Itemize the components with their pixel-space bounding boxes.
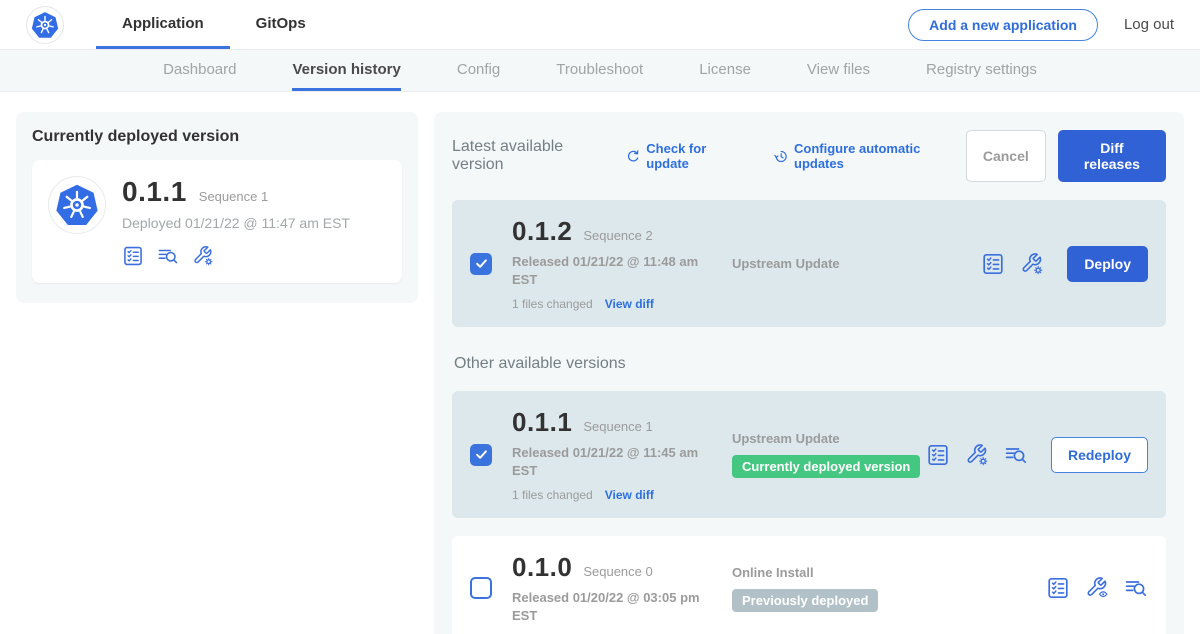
version-checkbox[interactable] — [470, 253, 492, 275]
version-source-label: Upstream Update — [732, 256, 981, 271]
available-versions-panel: Latest available version Check for updat… — [434, 112, 1184, 634]
version-number: 0.1.1 — [512, 407, 572, 438]
sequence-label: Sequence 0 — [583, 564, 652, 579]
version-source-label: Online Install — [732, 565, 1046, 580]
tab-dashboard[interactable]: Dashboard — [163, 50, 236, 91]
checkmark-icon — [474, 447, 489, 462]
tab-config[interactable]: Config — [457, 50, 500, 91]
check-for-update-label: Check for update — [646, 141, 747, 171]
nav-tab-gitops[interactable]: GitOps — [230, 0, 332, 49]
logout-button[interactable]: Log out — [1124, 16, 1174, 33]
tab-registry-settings[interactable]: Registry settings — [926, 50, 1037, 91]
add-new-application-button[interactable]: Add a new application — [908, 9, 1098, 41]
configure-automatic-updates-link[interactable]: Configure automatic updates — [774, 141, 966, 171]
preflight-checks-icon[interactable] — [926, 443, 950, 467]
preflight-checks-icon[interactable] — [981, 252, 1005, 276]
checkmark-icon — [474, 256, 489, 271]
version-row-0-1-2: 0.1.2 Sequence 2 Released 01/21/22 @ 11:… — [452, 200, 1166, 327]
currently-deployed-title: Currently deployed version — [32, 128, 402, 146]
view-config-wrench-eye-icon[interactable] — [1085, 576, 1109, 600]
app-subnav: Dashboard Version history Config Trouble… — [0, 50, 1200, 92]
configure-automatic-updates-label: Configure automatic updates — [794, 141, 966, 171]
version-row-0-1-0: 0.1.0 Sequence 0 Released 01/20/22 @ 03:… — [452, 536, 1166, 634]
version-checkbox[interactable] — [470, 577, 492, 599]
released-timestamp: Released 01/21/22 @ 11:48 am EST — [512, 253, 702, 288]
released-timestamp: Released 01/21/22 @ 11:45 am EST — [512, 444, 702, 479]
view-diff-lines-magnifier-icon[interactable] — [1124, 576, 1148, 600]
version-source-label: Upstream Update — [732, 431, 926, 446]
diff-releases-button[interactable]: Diff releases — [1058, 130, 1166, 182]
app-logo — [48, 176, 106, 234]
tab-view-files[interactable]: View files — [807, 50, 870, 91]
check-for-update-link[interactable]: Check for update — [626, 141, 748, 171]
currently-deployed-badge: Currently deployed version — [732, 455, 920, 478]
deployed-version-card: 0.1.1 Sequence 1 Deployed 01/21/22 @ 11:… — [32, 160, 402, 283]
top-navbar: Application GitOps Add a new application… — [0, 0, 1200, 50]
latest-available-title: Latest available version — [452, 138, 612, 174]
files-changed-label: 1 files changed — [512, 297, 593, 311]
edit-config-wrench-gear-icon[interactable] — [192, 245, 214, 267]
deployed-timestamp: Deployed 01/21/22 @ 11:47 am EST — [122, 215, 350, 231]
deployed-sequence-label: Sequence 1 — [199, 189, 268, 204]
view-diff-lines-magnifier-icon[interactable] — [157, 245, 179, 267]
clock-refresh-icon — [774, 149, 788, 164]
view-diff-lines-magnifier-icon[interactable] — [1004, 443, 1028, 467]
edit-config-wrench-gear-icon[interactable] — [1020, 252, 1044, 276]
view-diff-link[interactable]: View diff — [605, 488, 654, 502]
version-number: 0.1.0 — [512, 552, 572, 583]
refresh-icon — [626, 149, 640, 164]
version-checkbox[interactable] — [470, 444, 492, 466]
version-row-0-1-1: 0.1.1 Sequence 1 Released 01/21/22 @ 11:… — [452, 391, 1166, 518]
deployed-version-number: 0.1.1 — [122, 176, 187, 208]
other-available-versions-title: Other available versions — [454, 355, 1166, 373]
previously-deployed-badge: Previously deployed — [732, 589, 878, 612]
tab-version-history[interactable]: Version history — [292, 50, 400, 91]
sequence-label: Sequence 2 — [583, 228, 652, 243]
currently-deployed-panel: Currently deployed version 0.1.1 Sequenc… — [16, 112, 418, 303]
nav-tab-application[interactable]: Application — [96, 0, 230, 49]
edit-config-wrench-gear-icon[interactable] — [965, 443, 989, 467]
redeploy-button[interactable]: Redeploy — [1051, 437, 1148, 473]
view-diff-link[interactable]: View diff — [605, 297, 654, 311]
deploy-button[interactable]: Deploy — [1067, 246, 1148, 282]
kubernetes-logo — [26, 6, 64, 44]
tab-license[interactable]: License — [699, 50, 751, 91]
files-changed-label: 1 files changed — [512, 488, 593, 502]
preflight-checks-icon[interactable] — [1046, 576, 1070, 600]
version-number: 0.1.2 — [512, 216, 572, 247]
tab-troubleshoot[interactable]: Troubleshoot — [556, 50, 643, 91]
preflight-checks-icon[interactable] — [122, 245, 144, 267]
released-timestamp: Released 01/20/22 @ 03:05 pm EST — [512, 589, 702, 624]
cancel-button[interactable]: Cancel — [966, 130, 1046, 182]
sequence-label: Sequence 1 — [583, 419, 652, 434]
